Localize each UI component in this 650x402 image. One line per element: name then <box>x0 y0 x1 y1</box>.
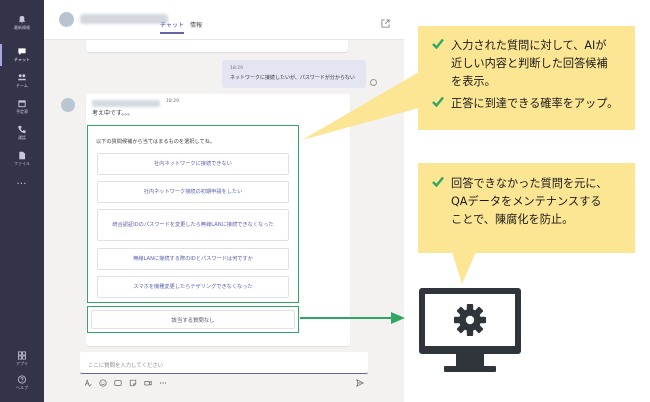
message-text: 考え中です。。。 <box>92 110 134 117</box>
chat-icon <box>18 48 26 56</box>
bot-avatar <box>59 12 74 27</box>
callout-line: 正答に到達できる確率をアップ。 <box>432 95 618 113</box>
question-input[interactable] <box>80 355 368 377</box>
candidate-button[interactable]: 無線LANに接続する際のIDとパスワードは何ですか <box>97 248 289 270</box>
monitor-gear-icon <box>419 288 521 372</box>
tab-chat[interactable]: チャット <box>160 20 184 34</box>
bell-icon <box>18 15 26 24</box>
rail-item-label: アプリ <box>16 361 28 366</box>
bottom-callout-pointer <box>452 252 476 284</box>
send-icon[interactable] <box>356 379 364 387</box>
chat-header: チャット 情報 <box>44 0 404 40</box>
rail-item-label: ヘルプ <box>16 385 28 390</box>
callout-line: 近しい内容と判断した回答候補 <box>451 57 608 70</box>
no-match-button[interactable]: 該当する質問なし <box>91 310 295 329</box>
bot-name-blurred <box>80 14 168 24</box>
message-time: 18:29 <box>166 99 179 104</box>
rail-item-label: ファイル <box>14 161 30 166</box>
candidate-button[interactable]: 社内ネットワークに接続できない <box>97 153 289 175</box>
no-match-highlight: 該当する質問なし <box>87 306 299 333</box>
check-icon <box>432 96 444 107</box>
calendar-icon <box>18 100 26 108</box>
rail-item-label: チャット <box>14 57 30 62</box>
help-icon <box>17 375 27 384</box>
rail-item-label: 予定表 <box>16 109 28 114</box>
more-apps-ellipsis[interactable]: … <box>0 176 44 187</box>
emoji-icon[interactable] <box>99 379 107 387</box>
format-icon[interactable] <box>84 379 92 387</box>
bot-avatar <box>61 98 75 112</box>
callout-line: 入力された質問に対して、AIが <box>432 37 607 55</box>
callout-line: を表示。 <box>451 75 496 88</box>
compose-toolbar <box>84 378 167 388</box>
phone-icon <box>18 125 26 134</box>
top-callout: 入力された質問に対して、AIが 近しい内容と判断した回答候補 を表示。 正答に到… <box>418 26 635 130</box>
rail-item-label: 通話 <box>18 135 26 140</box>
bot-name-blurred <box>92 100 160 107</box>
rail-item-label: 最新情報 <box>14 25 30 30</box>
message-text: ネットワークに接続したいが、パスワードが分からない <box>230 75 355 81</box>
candidate-list: 以下の質問候補から当てはまるものを選択してね。 社内ネットワークに接続できない … <box>87 125 299 303</box>
message-time: 18:29 <box>230 66 243 71</box>
candidate-button[interactable]: 統合認証IDのパスワードを変更したら無線LANに接続できなくなった <box>97 209 289 241</box>
apps-icon <box>17 351 27 360</box>
read-receipt-icon <box>370 79 377 86</box>
teams-icon <box>17 74 27 81</box>
tab-info[interactable]: 情報 <box>190 20 202 29</box>
candidate-button[interactable]: スマホを機種変更したらテザリングできなくなった <box>97 276 289 298</box>
check-icon <box>432 176 444 187</box>
user-message: 18:29 ネットワークに接続したいが、パスワードが分からない <box>222 60 366 88</box>
teams-window: 最新情報 チャット チーム 予定表 通話 ファイル … アプリ ヘルプ チャット… <box>0 0 404 402</box>
candidate-prompt: 以下の質問候補から当てはまるものを選択してね。 <box>96 139 216 145</box>
meet-icon[interactable] <box>144 379 152 387</box>
more-options-icon[interactable] <box>159 379 167 387</box>
popout-icon[interactable] <box>381 19 390 28</box>
callout-line: QAデータをメンテナンスする <box>451 195 602 208</box>
rail-item-label: チーム <box>16 83 28 88</box>
rail-item-activity[interactable]: 最新情報 <box>0 8 44 38</box>
callout-line: 回答できなかった質問を元に、 <box>432 175 607 193</box>
rail-item-help[interactable]: ヘルプ <box>0 368 44 398</box>
rail-item-files[interactable]: ファイル <box>0 144 44 174</box>
sticker-icon[interactable] <box>129 379 137 387</box>
compose-box[interactable] <box>80 352 368 377</box>
app-rail: 最新情報 チャット チーム 予定表 通話 ファイル … アプリ ヘルプ <box>0 0 44 402</box>
previous-card <box>86 40 348 52</box>
check-icon <box>432 38 444 49</box>
file-icon <box>19 151 26 160</box>
callout-line: ことで、陳腐化を防止。 <box>451 213 574 226</box>
bottom-callout: 回答できなかった質問を元に、 QAデータをメンテナンスする ことで、陳腐化を防止… <box>418 163 635 253</box>
gif-icon[interactable] <box>114 379 122 387</box>
candidate-button[interactable]: 社内ネットワーク接続の初期申請をしたい <box>97 181 289 203</box>
